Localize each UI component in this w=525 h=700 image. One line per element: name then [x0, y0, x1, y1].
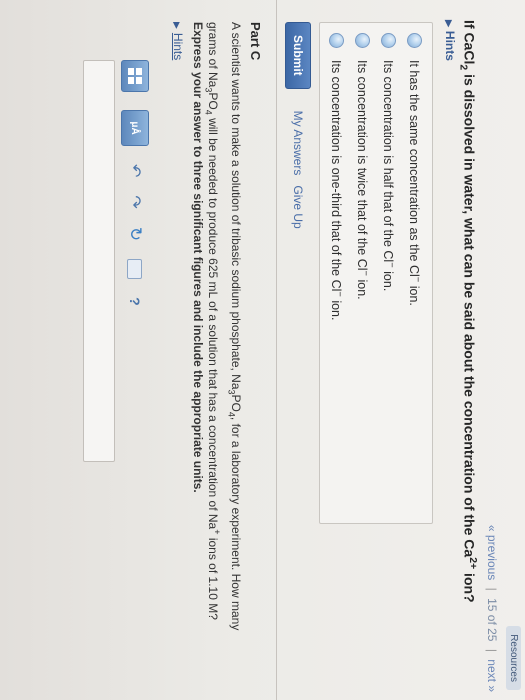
grid-icon [128, 68, 142, 84]
submit-button[interactable]: Submit [285, 22, 311, 89]
my-answers-link[interactable]: My Answers [291, 111, 305, 176]
templates-grid-button[interactable] [121, 60, 149, 92]
nav-separator: | [485, 648, 499, 652]
answer-input[interactable] [83, 60, 115, 462]
units-button[interactable]: μÅ [121, 110, 149, 146]
triangle-right-icon: ▶ [172, 22, 182, 29]
question-text: is dissolved in water, what can be said … [461, 70, 478, 558]
hints-label: Hints [443, 30, 457, 61]
part-c-hints-toggle[interactable]: ▶ Hints [171, 22, 185, 60]
help-icon[interactable]: ? [127, 297, 143, 306]
radio-button[interactable] [407, 33, 423, 48]
page: Resources « previous | 15 of 25 | next »… [0, 0, 525, 700]
resources-button[interactable]: Resources [506, 626, 522, 690]
radio-button[interactable] [381, 33, 397, 48]
part-c-title: Part C [248, 22, 263, 61]
pagination: « previous | 15 of 25 | next » [485, 525, 499, 692]
option-row[interactable]: Its concentration is twice that of the C… [350, 23, 376, 523]
redo-icon[interactable]: ↷ [125, 195, 145, 208]
question-text: ion? [461, 569, 478, 603]
option-label: Its concentration is one-third that of t… [328, 60, 346, 321]
undo-icon[interactable]: ↶ [125, 164, 145, 177]
nav-separator: | [485, 587, 499, 591]
give-up-link[interactable]: Give Up [291, 185, 305, 228]
part-b-question: If CaCl2 is dissolved in water, what can… [458, 20, 479, 670]
part-c-instructions: Express your answer to three significant… [191, 22, 205, 493]
radio-button[interactable] [355, 33, 371, 48]
radio-button[interactable] [329, 33, 345, 48]
previous-link[interactable]: « previous [485, 525, 499, 580]
next-link[interactable]: next » [485, 659, 499, 692]
answer-options: It has the same concentration as the Cl−… [319, 22, 433, 524]
option-label: It has the same concentration as the Cl−… [406, 60, 424, 306]
option-label: Its concentration is twice that of the C… [354, 60, 372, 300]
option-label: Its concentration is half that of the Cl… [380, 60, 398, 292]
part-b-hints-toggle[interactable]: ▶ Hints [443, 20, 457, 61]
option-row[interactable]: It has the same concentration as the Cl−… [402, 23, 428, 523]
triangle-right-icon: ▶ [444, 20, 454, 27]
top-bar: Resources [503, 0, 525, 700]
keyboard-icon[interactable] [127, 259, 143, 280]
answer-actions: Submit My Answers Give Up [285, 22, 311, 229]
answer-toolbar: μÅ ↶ ↷ ↻ ? [121, 60, 149, 306]
question-superscript: 2+ [467, 557, 479, 570]
option-row[interactable]: Its concentration is half that of the Cl… [376, 23, 402, 523]
part-c-question: A scientist wants to make a solution of … [203, 22, 243, 631]
option-row[interactable]: Its concentration is one-third that of t… [324, 23, 350, 523]
question-counter: 15 of 25 [485, 598, 499, 642]
hints-label: Hints [171, 32, 185, 61]
question-text: If CaCl [461, 20, 478, 65]
section-divider [276, 0, 277, 700]
reset-icon[interactable]: ↻ [125, 227, 145, 241]
